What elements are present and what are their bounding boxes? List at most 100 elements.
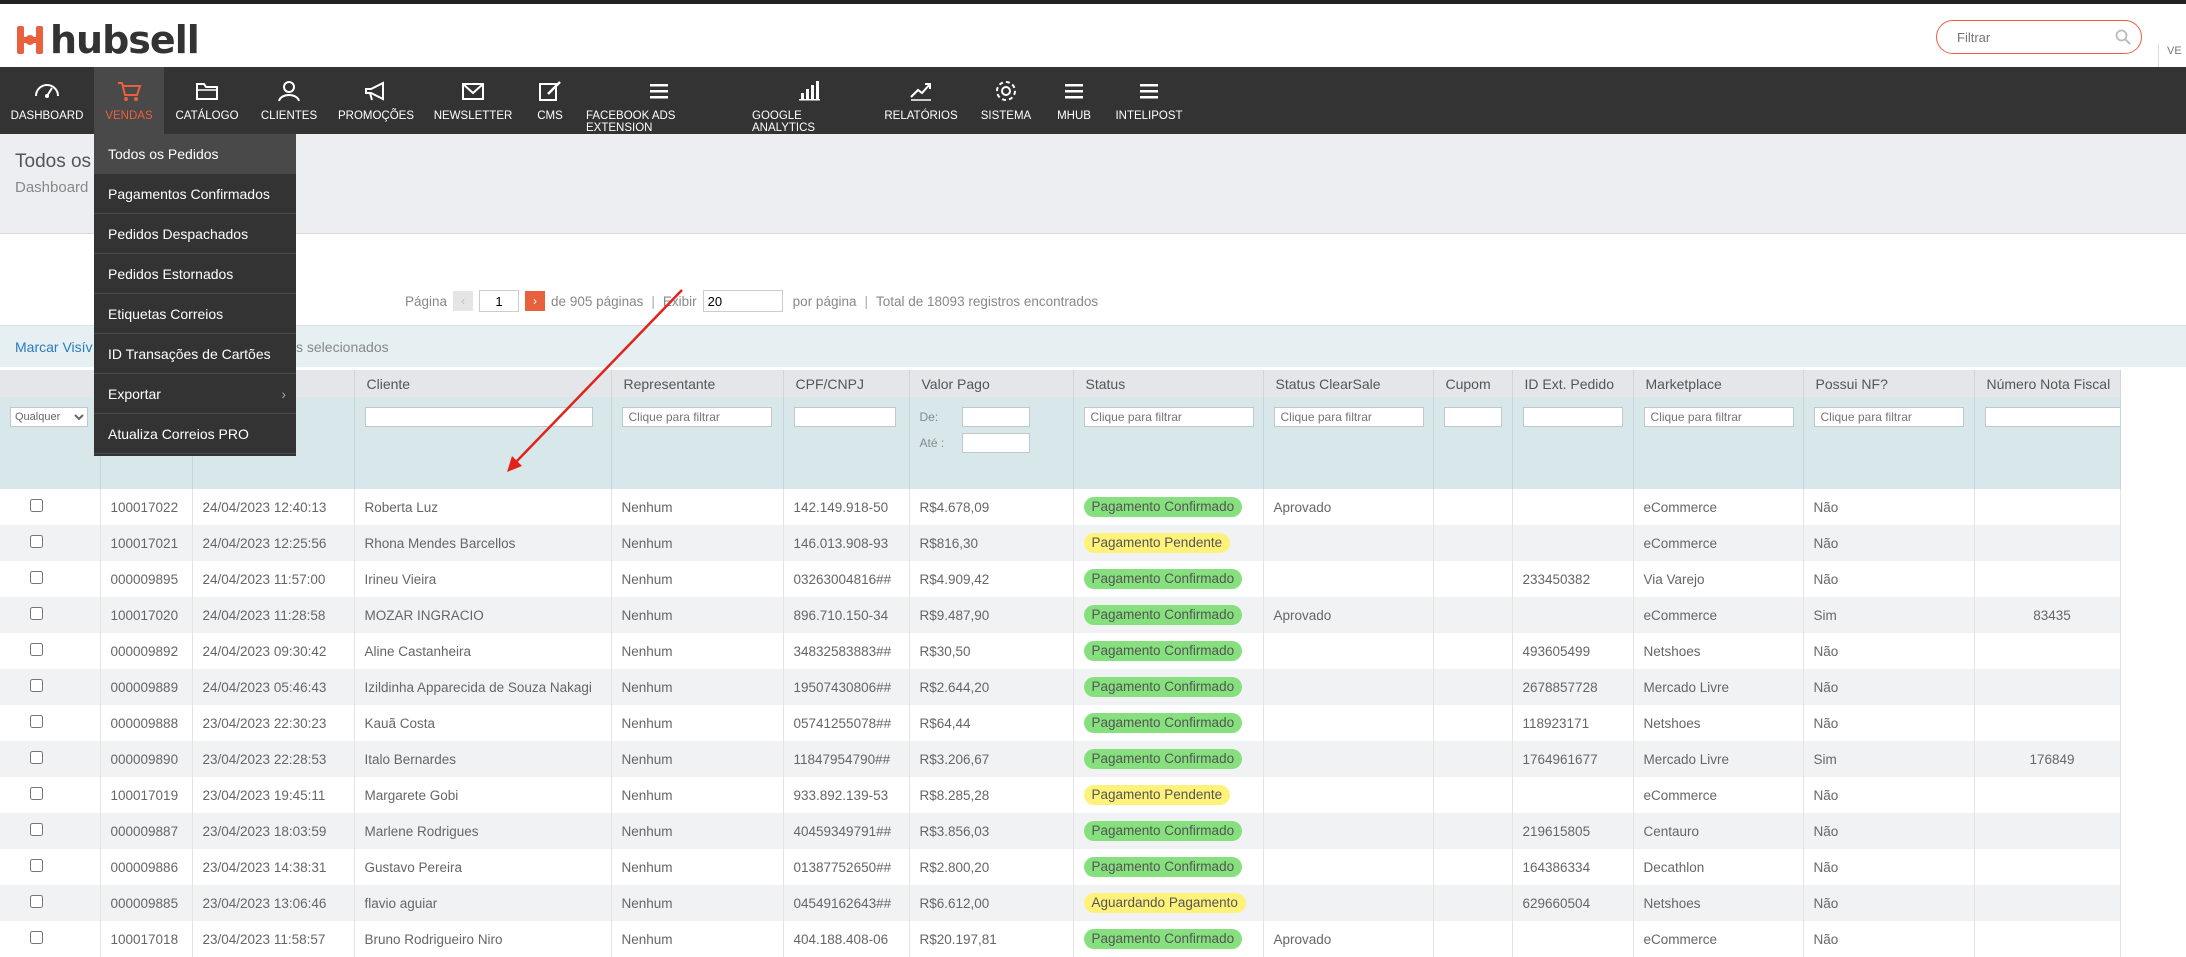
row-checkbox[interactable] [30, 787, 43, 800]
select-any-filter[interactable]: Qualquer [10, 407, 88, 427]
valor-from-input[interactable] [961, 407, 1030, 427]
menu-item-exportar[interactable]: Exportar › [94, 374, 296, 414]
menu-item-pedidos-estornados[interactable]: Pedidos Estornados [94, 254, 296, 294]
nav-mhub[interactable]: MHUB [1054, 67, 1094, 134]
menu-icon [650, 84, 668, 99]
nf-number-cell [1974, 849, 2121, 885]
next-page-button[interactable]: › [525, 291, 546, 311]
table-row[interactable]: 000009890 23/04/2023 22:28:53 Italo Bernar… [0, 741, 2121, 777]
order-id-cell: 000009889 [100, 669, 193, 705]
menu-item-etiquetas-correios[interactable]: Etiquetas Correios [94, 294, 296, 334]
table-row[interactable]: 000009889 24/04/2023 05:46:43 Izildinha Ap… [0, 669, 2121, 705]
filter-clearsale-input[interactable] [1273, 407, 1424, 427]
col-header-marketplace[interactable]: Marketplace [1633, 370, 1804, 397]
search-box[interactable] [1936, 20, 2142, 54]
per-page-input[interactable] [702, 290, 783, 312]
nav-cms[interactable]: CMS [528, 67, 572, 134]
nav-google-analytics[interactable]: GOOGLE ANALYTICS [752, 67, 866, 134]
menu-item-todos-pedidos[interactable]: Todos os Pedidos [94, 134, 296, 174]
filter-status-input[interactable] [1083, 407, 1254, 427]
menu-item-pedidos-despachados[interactable]: Pedidos Despachados [94, 214, 296, 254]
filter-marketplace-input[interactable] [1643, 407, 1794, 427]
col-header-cpf[interactable]: CPF/CNPJ [783, 370, 910, 397]
paid-value-cell: R$64,44 [909, 705, 1074, 741]
nav-promocoes[interactable]: PROMOÇÕES [336, 67, 416, 134]
order-date-cell: 23/04/2023 22:30:23 [192, 705, 355, 741]
table-row[interactable]: 000009892 24/04/2023 09:30:42 Aline Castan… [0, 633, 2121, 669]
filter-nf-number-input[interactable] [1984, 407, 2119, 427]
nav-relatorios[interactable]: RELATÓRIOS [882, 67, 960, 134]
nav-clientes[interactable]: CLIENTES [254, 67, 324, 134]
col-header-cliente[interactable]: Cliente [354, 370, 612, 397]
table-row[interactable]: 100017018 23/04/2023 11:58:57 Bruno Rodrig… [0, 921, 2121, 957]
filter-ext-id-input[interactable] [1522, 407, 1623, 427]
nav-dashboard[interactable]: DASHBOARD [0, 67, 94, 134]
select-cell [0, 849, 101, 885]
filter-cliente-input[interactable] [364, 407, 593, 427]
row-checkbox[interactable] [30, 571, 43, 584]
row-checkbox[interactable] [30, 751, 43, 764]
client-name-cell: Italo Bernardes [354, 741, 612, 777]
row-checkbox[interactable] [30, 715, 43, 728]
nav-label: CATÁLOGO [175, 110, 239, 122]
hubsell-logo[interactable]: hubsell [14, 18, 200, 62]
search-icon[interactable] [2115, 29, 2131, 45]
table-row[interactable]: 100017021 24/04/2023 12:25:56 Rhona Mendes… [0, 525, 2121, 561]
coupon-cell [1433, 489, 1513, 525]
col-header-status[interactable]: Status [1073, 370, 1264, 397]
filter-rep-input[interactable] [621, 407, 772, 427]
col-header-select[interactable] [0, 370, 101, 397]
prev-page-button[interactable]: ‹ [453, 291, 474, 311]
col-header-numero-nf[interactable]: Número Nota Fiscal [1974, 370, 2121, 397]
row-checkbox[interactable] [30, 823, 43, 836]
status-badge-cell: Pagamento Confirmado [1073, 849, 1264, 885]
table-row[interactable]: 000009895 24/04/2023 11:57:00 Irineu Vieir… [0, 561, 2121, 597]
table-row[interactable]: 100017022 24/04/2023 12:40:13 Roberta Luz N… [0, 489, 2121, 525]
table-row[interactable]: 000009886 23/04/2023 14:38:31 Gustavo Pere… [0, 849, 2121, 885]
marketplace-cell: Centauro [1633, 813, 1804, 849]
filter-nf-input[interactable] [1813, 407, 1964, 427]
table-row[interactable]: 000009888 23/04/2023 22:30:23 Kauã Costa Ne… [0, 705, 2121, 741]
row-checkbox[interactable] [30, 859, 43, 872]
table-row[interactable]: 100017020 24/04/2023 11:28:58 MOZAR INGRAC… [0, 597, 2121, 633]
row-checkbox[interactable] [30, 895, 43, 908]
table-row[interactable]: 000009885 23/04/2023 13:06:46 flavio aguia… [0, 885, 2121, 921]
col-header-valor[interactable]: Valor Pago [909, 370, 1074, 397]
page-number-input[interactable] [479, 290, 520, 312]
filter-cpf-input[interactable] [793, 407, 896, 427]
nav-facebook-ads[interactable]: FACEBOOK ADS EXTENSION [586, 67, 732, 134]
nav-newsletter[interactable]: NEWSLETTER [432, 67, 514, 134]
row-checkbox[interactable] [30, 931, 43, 944]
nav-catalogo[interactable]: CATÁLOGO [170, 67, 244, 134]
col-header-possui-nf[interactable]: Possui NF? [1803, 370, 1975, 397]
search-input[interactable] [1957, 27, 2117, 47]
filter-cupom-input[interactable] [1443, 407, 1502, 427]
nav-intelipost[interactable]: INTELIPOST [1114, 67, 1184, 134]
menu-item-id-transacoes[interactable]: ID Transações de Cartões [94, 334, 296, 374]
breadcrumb[interactable]: Dashboard [15, 179, 88, 196]
nf-number-cell [1974, 705, 2121, 741]
nav-label: CMS [537, 110, 563, 122]
mark-visible-link[interactable]: Marcar Visív [15, 339, 93, 355]
status-badge: Pagamento Confirmado [1083, 569, 1243, 589]
select-cell [0, 561, 101, 597]
col-header-ext-id[interactable]: ID Ext. Pedido [1512, 370, 1634, 397]
row-checkbox[interactable] [30, 535, 43, 548]
col-header-representante[interactable]: Representante [611, 370, 784, 397]
menu-item-pagamentos-confirmados[interactable]: Pagamentos Confirmados [94, 174, 296, 214]
select-cell [0, 633, 101, 669]
table-row[interactable]: 000009887 23/04/2023 18:03:59 Marlene Rodr… [0, 813, 2121, 849]
row-checkbox[interactable] [30, 607, 43, 620]
row-checkbox[interactable] [30, 499, 43, 512]
menu-item-atualiza-correios[interactable]: Atualiza Correios PRO [94, 414, 296, 454]
col-header-clearsale[interactable]: Status ClearSale [1263, 370, 1434, 397]
nav-vendas[interactable]: VENDAS [94, 67, 164, 134]
nav-sistema[interactable]: SISTEMA [974, 67, 1038, 134]
valor-to-input[interactable] [961, 433, 1030, 453]
table-row[interactable]: 100017019 23/04/2023 19:45:11 Margarete Go… [0, 777, 2121, 813]
row-checkbox[interactable] [30, 679, 43, 692]
row-checkbox[interactable] [30, 643, 43, 656]
paid-value-cell: R$4.678,09 [909, 489, 1074, 525]
cpf-cnpj-cell: 05741255078## [783, 705, 910, 741]
col-header-cupom[interactable]: Cupom [1433, 370, 1513, 397]
